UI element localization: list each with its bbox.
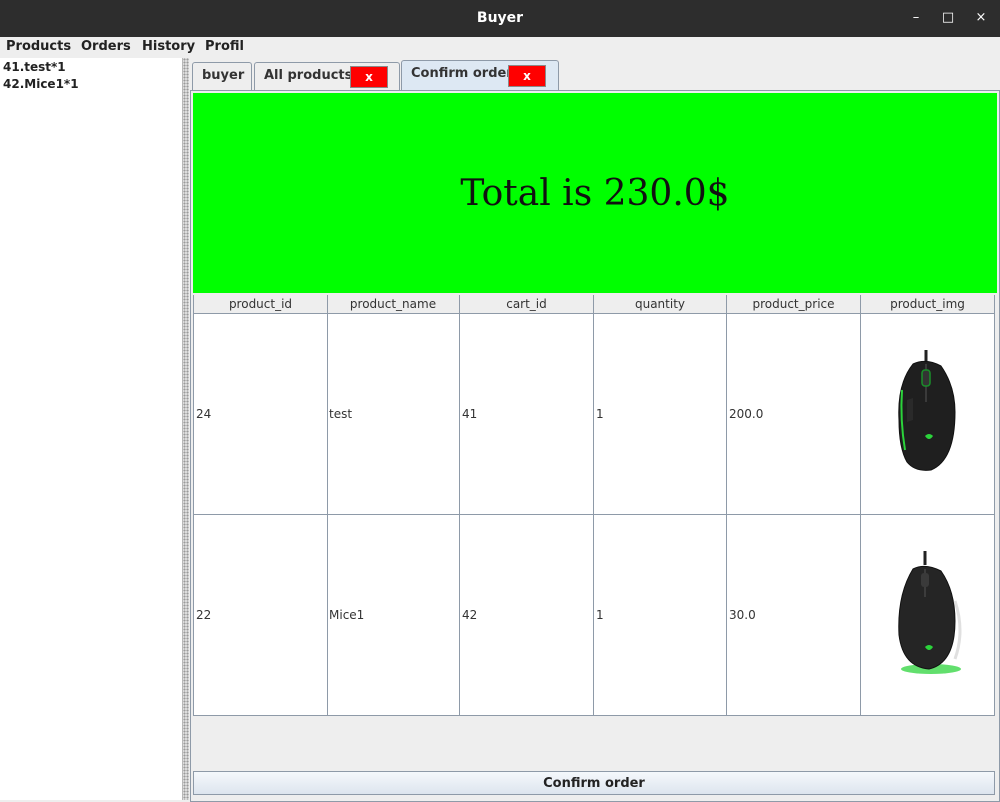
cell-value: 42 xyxy=(462,608,478,622)
cart-list-item[interactable]: 42.Mice1*1 xyxy=(3,77,79,91)
cell-value: 200.0 xyxy=(729,407,764,421)
table-cell[interactable]: 42 xyxy=(460,515,594,715)
cell-value: 1 xyxy=(596,608,604,622)
menu-orders[interactable]: Orders xyxy=(81,39,131,54)
cell-value: 30.0 xyxy=(729,608,756,622)
table-cell[interactable]: 24 xyxy=(193,314,328,514)
tab-label: buyer xyxy=(202,68,245,83)
column-header[interactable]: quantity xyxy=(594,295,727,313)
menu-history[interactable]: History xyxy=(142,39,195,54)
title-bar: Buyer – □ × xyxy=(0,0,1000,37)
cell-value: 24 xyxy=(196,407,212,421)
table-cell[interactable]: 1 xyxy=(594,314,727,514)
mouse-product-image xyxy=(898,551,962,674)
close-tab-button[interactable]: x xyxy=(350,66,388,88)
table-cell[interactable]: test xyxy=(327,314,460,514)
column-header[interactable]: product_name xyxy=(327,295,460,313)
total-banner: Total is 230.0$ xyxy=(193,93,997,293)
table-header: product_id product_name cart_id quantity… xyxy=(193,295,995,314)
table-cell[interactable]: 30.0 xyxy=(727,515,861,715)
tab-label: All products xyxy=(264,68,353,83)
cart-list-item[interactable]: 41.test*1 xyxy=(3,60,66,74)
menu-products[interactable]: Products xyxy=(6,39,71,54)
column-header[interactable]: product_id xyxy=(193,295,328,313)
cart-list-panel: 41.test*1 42.Mice1*1 xyxy=(0,58,183,800)
minimize-icon[interactable]: – xyxy=(906,8,926,28)
cell-value: test xyxy=(329,407,353,421)
menu-profil[interactable]: Profil xyxy=(205,39,244,54)
table-cell[interactable]: 200.0 xyxy=(727,314,861,514)
tab-strip: buyer All products x Confirm order x xyxy=(190,60,1000,92)
table-cell[interactable]: 41 xyxy=(460,314,594,514)
window-title: Buyer xyxy=(476,10,524,26)
tab-buyer[interactable]: buyer xyxy=(192,62,252,91)
tab-label: Confirm order xyxy=(411,66,513,81)
confirm-order-panel: Total is 230.0$ product_id product_name … xyxy=(190,90,1000,802)
column-header[interactable]: cart_id xyxy=(460,295,594,313)
table-cell[interactable]: 1 xyxy=(594,515,727,715)
close-tab-button[interactable]: x xyxy=(508,65,546,87)
table-cell[interactable]: 22 xyxy=(193,515,328,715)
table-row[interactable]: 22 Mice1 42 1 30.0 xyxy=(193,515,995,716)
cell-value: Mice1 xyxy=(329,608,365,622)
menu-bar: Products Orders History Profil xyxy=(0,37,1000,58)
split-pane-divider[interactable] xyxy=(183,58,189,800)
confirm-order-button[interactable]: Confirm order xyxy=(193,771,995,795)
close-window-icon[interactable]: × xyxy=(971,8,991,28)
table-row[interactable]: 24 test 41 1 200.0 xyxy=(193,314,995,515)
cell-value: 1 xyxy=(596,407,604,421)
table-cell[interactable] xyxy=(861,314,995,514)
mouse-product-image xyxy=(898,350,956,471)
maximize-icon[interactable]: □ xyxy=(938,8,958,28)
cell-value: 41 xyxy=(462,407,478,421)
cell-value: 22 xyxy=(196,608,212,622)
table-cell[interactable] xyxy=(861,515,995,715)
column-header[interactable]: product_price xyxy=(727,295,861,313)
tab-confirm-order[interactable]: Confirm order x xyxy=(401,60,559,91)
tab-all-products[interactable]: All products x xyxy=(254,62,400,91)
table-cell[interactable]: Mice1 xyxy=(327,515,460,715)
total-label: Total is 230.0$ xyxy=(460,173,730,214)
column-header[interactable]: product_img xyxy=(861,295,995,313)
